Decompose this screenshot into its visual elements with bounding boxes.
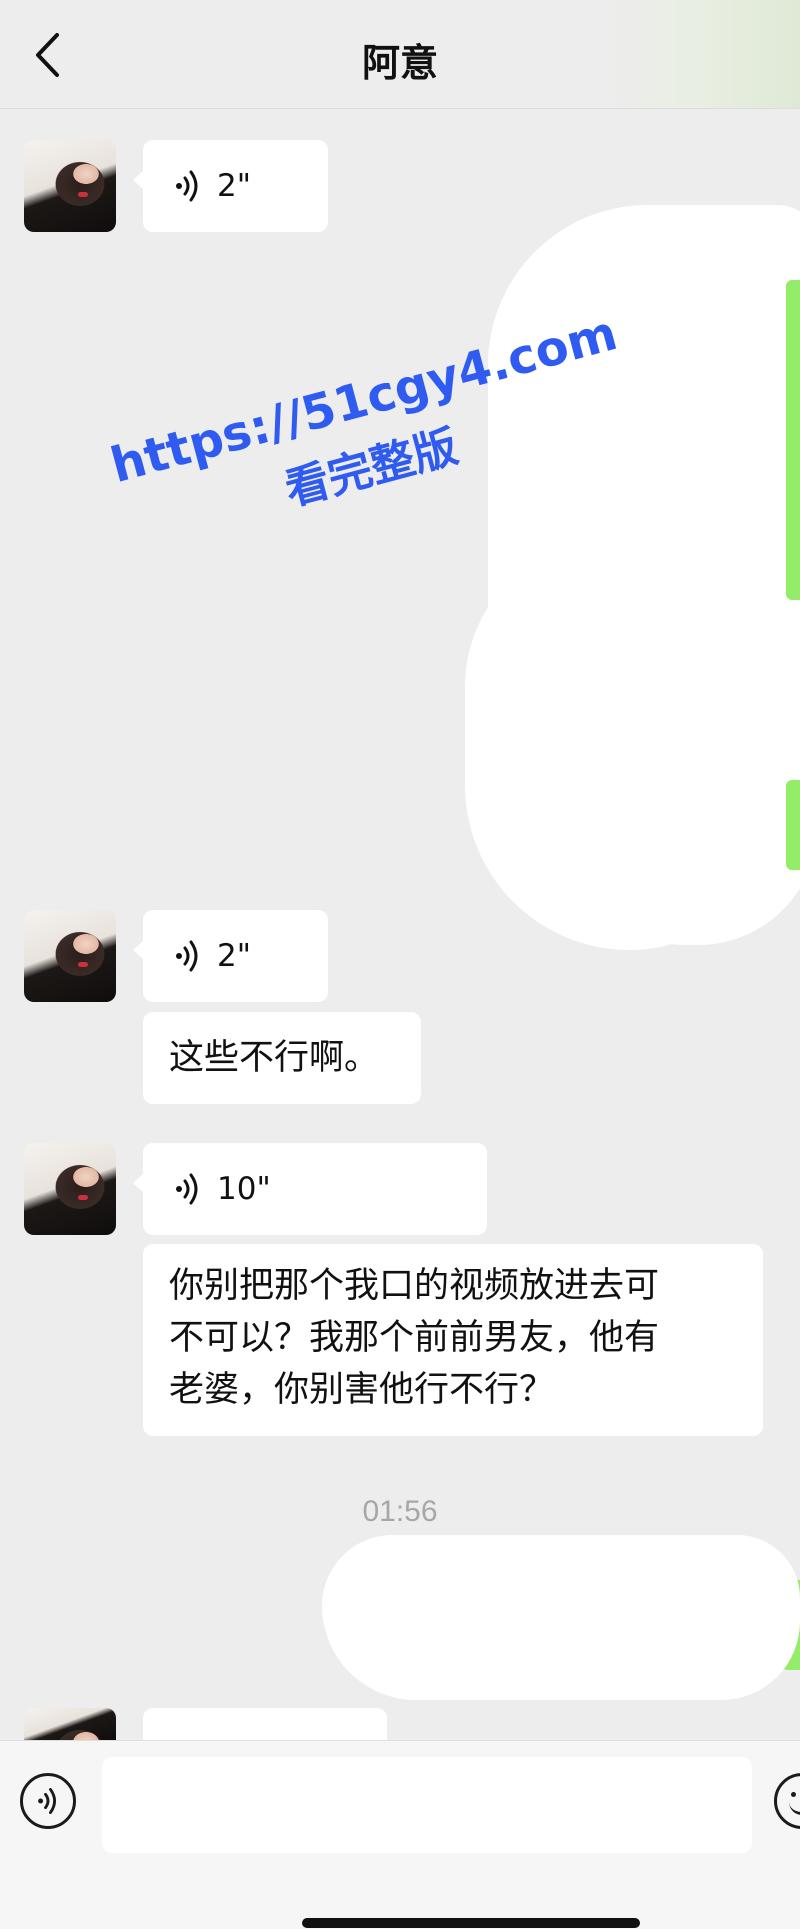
voice-duration: 10" <box>217 1171 271 1207</box>
message-text: 这些不行啊。 <box>169 1038 380 1078</box>
message-text-line: 老婆，你别害他行不行？ <box>169 1370 555 1410</box>
contact-avatar[interactable] <box>24 1708 116 1740</box>
message-text-line: 你别把那个我口的视频放进去可 <box>169 1266 660 1306</box>
text-message[interactable]: 这些不行啊。 <box>143 1012 421 1104</box>
navigation-bar: 阿意 <box>0 0 800 109</box>
self-bubble-edge <box>786 280 800 600</box>
voice-duration: 2" <box>217 938 251 974</box>
emoji-icon <box>791 1792 796 1797</box>
redaction-scribble <box>465 540 785 950</box>
voice-message[interactable]: 10" <box>133 1143 487 1235</box>
home-indicator <box>302 1918 640 1928</box>
voice-wave-icon <box>176 1173 198 1205</box>
emoji-button[interactable] <box>774 1773 800 1829</box>
text-message[interactable]: 你别把那个我口的视频放进去可 不可以？我那个前前男友，他有 老婆，你别害他行不行… <box>143 1244 763 1436</box>
voice-message[interactable] <box>143 1708 387 1740</box>
timestamp: 01:56 <box>362 1495 438 1528</box>
self-bubble-edge <box>786 780 800 870</box>
voice-message[interactable]: 2" <box>133 910 328 1002</box>
voice-message[interactable]: 2" <box>133 140 328 232</box>
message-input[interactable] <box>102 1757 752 1853</box>
message-text-line: 不可以？我那个前前男友，他有 <box>169 1318 660 1358</box>
contact-avatar[interactable] <box>24 140 116 232</box>
input-bar <box>0 1740 800 1929</box>
chat-title: 阿意 <box>361 41 438 85</box>
voice-toggle-button[interactable] <box>20 1773 76 1829</box>
contact-avatar[interactable] <box>24 1143 116 1235</box>
voice-toggle-icon <box>38 1788 57 1814</box>
voice-duration: 2" <box>217 168 251 204</box>
voice-wave-icon <box>176 940 198 972</box>
voice-wave-icon <box>176 170 198 202</box>
redaction-scribble <box>322 1535 800 1700</box>
contact-avatar[interactable] <box>24 910 116 1002</box>
